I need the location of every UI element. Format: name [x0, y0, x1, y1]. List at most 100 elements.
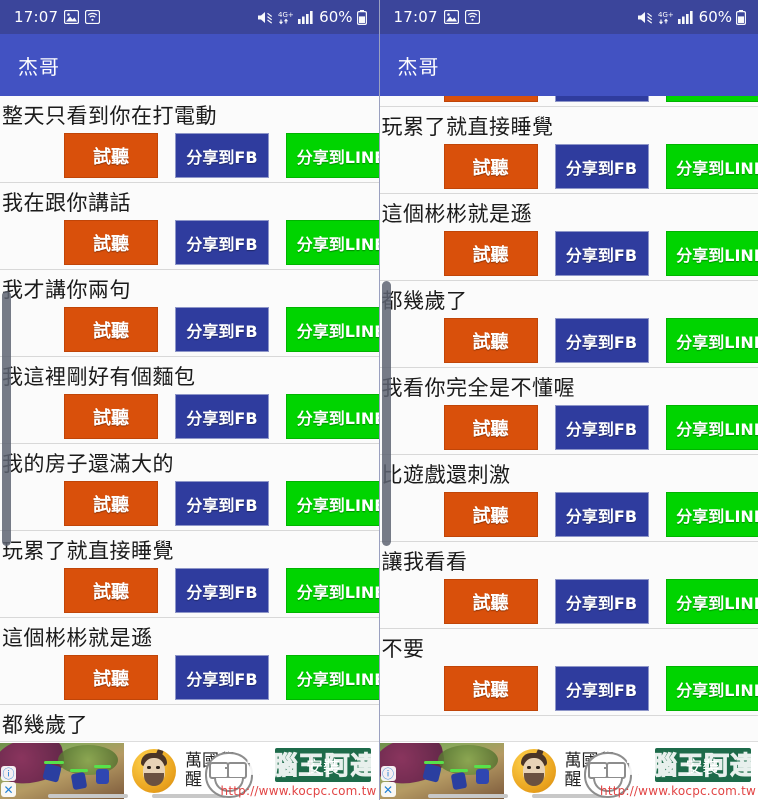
phrase-text: 玩累了就直接睡覺 — [2, 539, 174, 563]
phrase-text: 讓我看看 — [381, 550, 468, 574]
wifi-icon — [85, 10, 101, 24]
status-bar-left-group: 17:07 — [394, 8, 480, 26]
row-actions: 試聽分享到FB 分享到LINE — [380, 231, 758, 276]
mute-icon — [637, 10, 654, 25]
share-facebook-button[interactable]: 分享到FB — [175, 568, 269, 613]
row-actions: 試聽 分享到FB 分享到LINE — [380, 96, 758, 102]
phrase-text: 整天只看到你在打電動 — [2, 104, 217, 128]
row-actions: 試聽分享到FB 分享到LINE — [0, 133, 379, 178]
phrase-row: 這個彬彬就是遜試聽 分享到FB 分享到LINE — [0, 618, 379, 705]
share-facebook-button[interactable]: 分享到FB — [175, 133, 269, 178]
ad-close-icon[interactable]: ✕ — [380, 782, 396, 797]
ad-info-icon[interactable]: ⓘ — [380, 766, 396, 781]
row-actions: 試聽分享到FB 分享到LINE — [0, 568, 379, 613]
right-screenshot: 17:07 4G+ 60% 杰哥 玩累了就直接睡覺 試聽 分享到FB 分享到LI… — [379, 0, 758, 800]
audition-button[interactable]: 試聽 — [443, 579, 538, 624]
share-facebook-button[interactable]: 分享到FB — [554, 318, 649, 363]
share-facebook-button[interactable]: 分享到FB — [554, 144, 649, 189]
battery-percent: 60% — [319, 8, 353, 26]
ad-underline-2 — [531, 794, 606, 798]
ad-install-button[interactable]: 安裝 — [654, 748, 751, 782]
share-facebook-button[interactable]: 分享到FB — [175, 481, 269, 526]
scrollbar-thumb-right[interactable] — [381, 281, 391, 546]
phrase-list-right-inner: 試聽分享到FB分享到LINE玩累了就直接睡覺試聽分享到FB分享到LINE這個彬彬… — [379, 96, 758, 716]
phrase-text: 比遊戲還刺激 — [381, 463, 511, 487]
share-line-button[interactable]: 分享到LINE — [665, 231, 758, 276]
share-facebook-button[interactable]: 分享到FB — [554, 666, 649, 711]
ad-title: 萬國覺 醒 — [565, 751, 669, 790]
share-line-button[interactable]: 分享到LINE — [286, 568, 379, 613]
audition-button[interactable]: 試聽 — [64, 394, 158, 439]
share-facebook-button[interactable]: 分享到FB — [175, 655, 269, 700]
audition-button[interactable]: 試聽 — [64, 133, 158, 178]
scrollbar-thumb-left[interactable] — [2, 291, 11, 546]
audition-button[interactable]: 試聽 — [443, 318, 538, 363]
row-actions: 試聽分享到FB 分享到LINE — [0, 307, 379, 352]
share-line-button[interactable]: 分享到LINE — [665, 144, 758, 189]
share-line-button[interactable]: 分享到LINE — [665, 318, 758, 363]
share-line-button[interactable]: 分享到LINE — [665, 579, 758, 624]
share-line-button[interactable]: 分享到LINE — [286, 220, 379, 265]
audition-button[interactable]: 試聽 — [443, 405, 538, 450]
audition-button[interactable]: 試聽 — [64, 307, 158, 352]
share-facebook-button[interactable]: 分享到FB — [554, 492, 649, 537]
ad-banner-left[interactable]: ⓘ ✕ 萬國覺 醒 安裝 — [0, 741, 379, 800]
phrase-row: 讓我看看試聽 分享到FB 分享到LINE — [379, 542, 758, 629]
share-facebook-button[interactable]: 分享到FB — [554, 405, 649, 450]
share-facebook-button[interactable]: 分享到FB — [554, 231, 649, 276]
audition-button[interactable]: 試聽 — [443, 144, 538, 189]
ad-install-button[interactable]: 安裝 — [275, 748, 371, 782]
row-actions: 試聽分享到FB 分享到LINE — [0, 220, 379, 265]
share-line-button[interactable]: 分享到LINE — [286, 655, 379, 700]
share-facebook-button[interactable]: 分享到FB — [554, 579, 649, 624]
audition-button[interactable]: 試聽 — [64, 568, 158, 613]
share-line-button[interactable]: 分享到LINE — [286, 394, 379, 439]
phrase-list-right[interactable]: 試聽分享到FB分享到LINE玩累了就直接睡覺試聽分享到FB分享到LINE這個彬彬… — [379, 96, 758, 742]
phrase-list-left[interactable]: 整天只看到你在打電動 試聽 分享到FB 分享到LINE 我在跟你講話 試聽 分享到FB 分享到… — [0, 96, 379, 742]
app-title: 杰哥 — [397, 54, 440, 79]
svg-text:4G+: 4G+ — [658, 11, 674, 19]
audition-button[interactable]: 試聽 — [64, 220, 158, 265]
network-4g-icon: 4G+ — [278, 10, 294, 25]
row-actions: 試聽分享到FB 分享到LINE — [380, 579, 758, 624]
phrase-row: 都幾歲了試聽分享到FB 分享到LINE — [379, 281, 758, 368]
status-bar-left: 17:07 4G+ 60% — [0, 0, 379, 34]
ad-banner-right[interactable]: ⓘ ✕ 萬國覺 醒 安裝 — [379, 741, 758, 800]
audition-button[interactable]: 試聽 — [443, 666, 538, 711]
share-line-button[interactable]: 分享到LINE — [286, 307, 379, 352]
status-bar-right-group: 4G+ 60% — [637, 0, 746, 34]
phrase-text: 都幾歲了 — [381, 289, 468, 313]
share-facebook-button[interactable]: 分享到FB — [175, 307, 269, 352]
share-line-button[interactable]: 分享到LINE — [665, 96, 758, 102]
share-line-button[interactable]: 分享到LINE — [665, 492, 758, 537]
row-actions: 試聽分享到FB 分享到LINE — [0, 655, 379, 700]
ad-title-line1: 萬國覺 — [185, 750, 236, 771]
audition-button[interactable]: 試聽 — [443, 492, 538, 537]
row-actions: 試聽分享到FB 分享到LINE — [380, 492, 758, 537]
phrase-text: 這個彬彬就是遜 — [2, 626, 153, 650]
share-facebook-button[interactable]: 分享到FB — [175, 394, 269, 439]
ad-close-icon[interactable]: ✕ — [1, 782, 16, 797]
ad-info-icon[interactable]: ⓘ — [1, 766, 16, 781]
share-line-button[interactable]: 分享到LINE — [665, 666, 758, 711]
phrase-row: 玩累了就直接睡覺試聽 分享到FB 分享到LINE — [0, 531, 379, 618]
wifi-icon — [464, 10, 480, 24]
ad-badges[interactable]: ⓘ ✕ — [380, 766, 396, 797]
status-time: 17:07 — [14, 8, 59, 26]
share-facebook-button[interactable]: 分享到FB — [554, 96, 649, 102]
share-line-button[interactable]: 分享到LINE — [665, 405, 758, 450]
share-facebook-button[interactable]: 分享到FB — [175, 220, 269, 265]
phrase-row: 不要 試聽 分享到FB 分享到LINE — [379, 629, 758, 716]
ad-badges[interactable]: ⓘ ✕ — [1, 766, 16, 797]
share-line-button[interactable]: 分享到LINE — [286, 481, 379, 526]
audition-button[interactable]: 試聽 — [443, 96, 538, 102]
dual-screenshot-stage: 17:07 4G+ 60% 杰哥 整天只看到你在打電動 試聽 分享到FB 分享到… — [0, 0, 758, 800]
audition-button[interactable]: 試聽 — [443, 231, 538, 276]
battery-percent: 60% — [698, 8, 732, 26]
row-actions: 試聽分享到FB 分享到LINE — [380, 318, 758, 363]
share-line-button[interactable]: 分享到LINE — [286, 133, 379, 178]
svg-text:4G+: 4G+ — [278, 11, 294, 19]
audition-button[interactable]: 試聽 — [64, 655, 158, 700]
audition-button[interactable]: 試聽 — [64, 481, 158, 526]
row-actions: 試聽分享到FB 分享到LINE — [380, 666, 758, 711]
